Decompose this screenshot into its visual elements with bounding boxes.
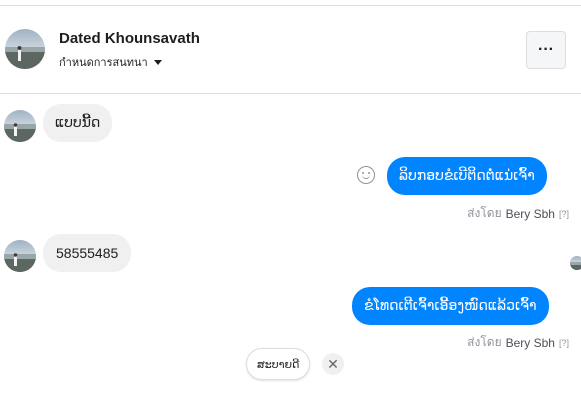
sent-by-name[interactable]: Bery Sbh	[506, 207, 555, 221]
conversation-settings-label: กำหนดการสนทนา	[59, 56, 148, 69]
seen-indicator-avatar	[570, 256, 581, 270]
help-link[interactable]: [?]	[559, 209, 569, 219]
outgoing-message-bubble[interactable]: ຂໍໂທດເຕີເຈົ້າເອີ້ອງໜົດແລ້ວເຈົ້າ	[352, 287, 549, 325]
reaction-smiley-icon[interactable]	[357, 166, 375, 184]
quick-reply-chip[interactable]: ສະບາຍດີ	[246, 348, 311, 380]
conversation-header: Dated Khounsavath กำหนดการสนทนา ···	[0, 6, 581, 94]
contact-name[interactable]: Dated Khounsavath	[59, 30, 200, 47]
sent-by-name[interactable]: Bery Sbh	[506, 336, 555, 350]
outgoing-message-bubble[interactable]: ລິບກອບຂໍເບີຕິດຕໍ່ແນ່ເຈົ້າ	[387, 157, 547, 195]
incoming-message-bubble[interactable]: 58555485	[43, 234, 132, 272]
message-text: ແບບນີ້ດ	[55, 115, 101, 131]
caret-down-icon	[153, 59, 162, 65]
contact-avatar[interactable]	[5, 29, 45, 69]
message-text: ລິບກອບຂໍເບີຕິດຕໍ່ແນ່ເຈົ້າ	[399, 168, 535, 184]
sender-avatar	[4, 110, 36, 142]
help-link[interactable]: [?]	[559, 338, 569, 348]
message-text: ຂໍໂທດເຕີເຈົ້າເອີ້ອງໜົດແລ້ວເຈົ້າ	[364, 298, 537, 314]
incoming-message-bubble[interactable]: ແບບນີ້ດ	[43, 104, 113, 142]
sender-avatar	[4, 240, 36, 272]
message-text: 58555485	[56, 245, 119, 261]
sent-by-label: ส่งโดย Bery Sbh [?]	[467, 204, 569, 223]
more-options-button[interactable]: ···	[526, 31, 566, 69]
sent-by-prefix: ส่งโดย	[467, 206, 502, 220]
conversation-settings-dropdown[interactable]: กำหนดการสนทนา	[59, 53, 162, 71]
sent-by-label: ส่งโดย Bery Sbh [?]	[467, 333, 569, 352]
sent-by-prefix: ส่งโดย	[467, 335, 502, 349]
quick-reply-label: ສະບາຍດີ	[257, 357, 300, 371]
close-icon[interactable]: ✕	[322, 353, 344, 375]
